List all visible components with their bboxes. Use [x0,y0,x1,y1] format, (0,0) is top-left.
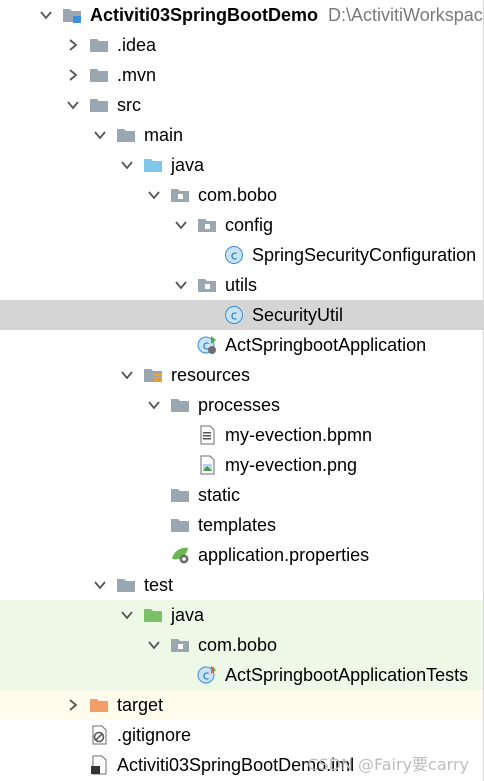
folder-icon [89,35,109,55]
resources-folder-icon [143,365,163,385]
tree-node-label: src [117,95,141,115]
tree-node-label: com.bobo [198,185,278,205]
tree-node-label: java [171,605,205,625]
tree-node[interactable]: Activiti03SpringBootDemo D:\ActivitiWorks… [0,0,483,30]
tree-node-label: ActSpringbootApplicationTests [225,665,469,685]
chevron-down-icon[interactable] [146,637,162,653]
chevron-right-icon[interactable] [65,67,81,83]
tree-node-label: processes [198,395,281,415]
spring-boot-test-class-icon: c [197,665,217,685]
package-icon [197,215,217,235]
folder-icon [116,575,136,595]
tree-node[interactable]: java [0,600,483,630]
folder-icon [116,125,136,145]
chevron-down-icon[interactable] [92,577,108,593]
tree-node[interactable]: config [0,210,483,240]
text-file-icon [197,425,217,445]
tree-node[interactable]: com.bobo [0,180,483,210]
tree-node[interactable]: .gitignore [0,720,483,750]
chevron-down-icon[interactable] [173,277,189,293]
tree-node[interactable]: resources [0,360,483,390]
source-folder-icon [143,155,163,175]
tree-node[interactable]: target [0,690,483,720]
tree-node-label: templates [198,515,277,535]
module-folder-icon [62,5,82,25]
tree-node[interactable]: processes [0,390,483,420]
folder-icon [170,395,190,415]
project-path: D:\ActivitiWorkspac [328,4,483,25]
iml-file-icon [89,755,109,775]
svg-text:c: c [231,249,238,263]
folder-icon [170,485,190,505]
tree-node[interactable]: templates [0,510,483,540]
tree-node-label: SpringSecurityConfiguration [252,245,477,265]
tree-node-label: ActSpringbootApplication [225,335,427,355]
tree-node[interactable]: my-evection.bpmn [0,420,483,450]
tree-node-label: config [225,215,274,235]
chevron-right-icon[interactable] [65,697,81,713]
chevron-down-icon[interactable] [38,7,54,23]
chevron-down-icon[interactable] [146,397,162,413]
tree-node-label: main [144,125,184,145]
tree-node-label: resources [171,365,251,385]
tree-node[interactable]: my-evection.png [0,450,483,480]
gitignore-file-icon [89,725,109,745]
package-icon [197,275,217,295]
folder-icon [89,95,109,115]
package-icon [170,185,190,205]
tree-node[interactable]: c ActSpringbootApplicationTests [0,660,483,690]
tree-node-label: test [144,575,174,595]
tree-node-label: SecurityUtil [252,305,344,325]
package-icon [170,635,190,655]
tree-node-label: my-evection.png [225,455,358,475]
chevron-down-icon[interactable] [119,157,135,173]
tree-node-label: utils [225,275,258,295]
tree-node[interactable]: com.bobo [0,630,483,660]
tree-node-label: java [171,155,205,175]
chevron-down-icon[interactable] [146,187,162,203]
class-icon: c [224,245,244,265]
tree-node[interactable]: .idea [0,30,483,60]
tree-node[interactable]: src [0,90,483,120]
chevron-down-icon[interactable] [119,367,135,383]
tree-node[interactable]: utils [0,270,483,300]
tree-node-label: static [198,485,241,505]
tree-node[interactable]: c SpringSecurityConfiguration [0,240,483,270]
chevron-down-icon[interactable] [173,217,189,233]
class-icon: c [224,305,244,325]
tree-node[interactable]: c SecurityUtil [0,300,483,330]
image-file-icon [197,455,217,475]
tree-node[interactable]: java [0,150,483,180]
chevron-down-icon[interactable] [65,97,81,113]
svg-text:c: c [203,669,210,683]
tree-node[interactable]: static [0,480,483,510]
tree-node[interactable]: application.properties [0,540,483,570]
chevron-right-icon[interactable] [65,37,81,53]
folder-icon [89,65,109,85]
tree-node-label: .mvn [117,65,157,85]
test-source-folder-icon [143,605,163,625]
excluded-folder-icon [89,695,109,715]
svg-text:c: c [231,309,238,323]
tree-node-label: com.bobo [198,635,278,655]
tree-node[interactable]: .mvn [0,60,483,90]
spring-boot-class-icon: c [197,335,217,355]
tree-node-label: .idea [117,35,157,55]
spring-properties-icon [170,545,190,565]
watermark: CSDN @Fairy要carry [307,755,469,774]
tree-node[interactable]: test [0,570,483,600]
tree-node-label: target [117,695,164,715]
chevron-down-icon[interactable] [119,607,135,623]
tree-node-label: application.properties [198,545,370,565]
tree-node-label: Activiti03SpringBootDemo [90,5,319,25]
tree-node[interactable]: c ActSpringbootApplication [0,330,483,360]
chevron-down-icon[interactable] [92,127,108,143]
tree-node-label: my-evection.bpmn [225,425,373,445]
folder-icon [170,515,190,535]
tree-node-label: .gitignore [117,725,192,745]
project-tree: Activiti03SpringBootDemo D:\ActivitiWorks… [0,0,484,781]
tree-node[interactable]: main [0,120,483,150]
